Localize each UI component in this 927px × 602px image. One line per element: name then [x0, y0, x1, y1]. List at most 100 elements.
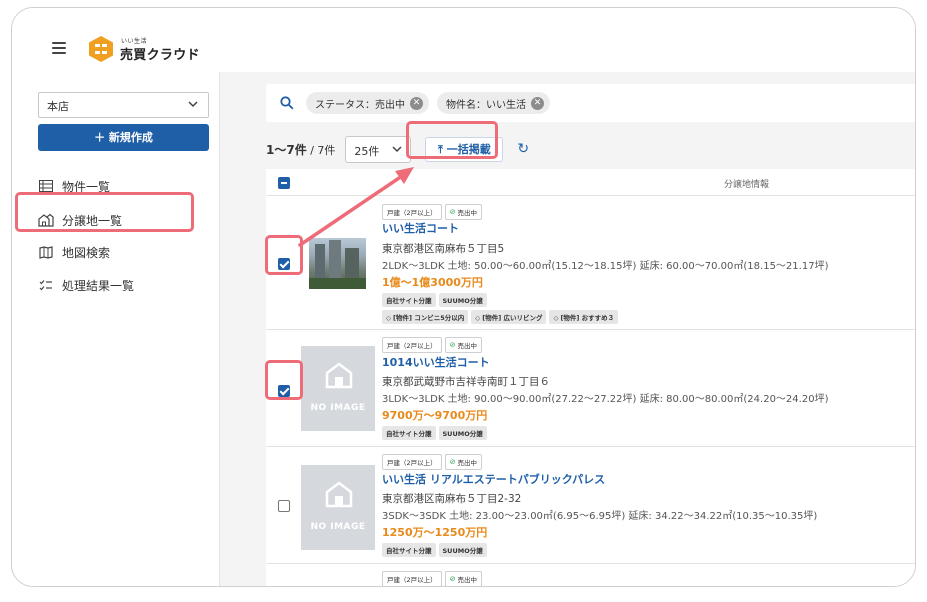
type-tag: 戸建（2戸以上）	[382, 571, 442, 586]
filter-chip-label: 物件名：いい生活	[446, 99, 526, 111]
store-select[interactable]: 本店	[38, 92, 209, 118]
status-badge-label: 売出中	[457, 342, 478, 350]
status-badge-label: 売出中	[457, 576, 478, 584]
check-circle-icon: ⊘	[449, 458, 456, 466]
property-photo	[309, 238, 366, 289]
app-header: いい生活 売買クラウド	[12, 8, 915, 72]
property-price: 1億〜1億3000万円	[382, 276, 483, 289]
status-badge: ⊘ 売出中	[444, 337, 483, 353]
publish-badge: SUUMO分譲	[438, 426, 487, 440]
per-page-value: 25件	[354, 144, 380, 158]
feature-tag: ◇ [物件] おすすめ３	[549, 310, 619, 324]
close-icon[interactable]: ✕	[531, 96, 544, 110]
row-tags: 戸建（2戸以上） ⊘ 売出中	[382, 454, 485, 470]
status-badge: ⊘ 売出中	[444, 204, 483, 220]
house-icon	[325, 362, 353, 389]
check-circle-icon: ⊘	[449, 208, 456, 216]
lot-list: 分譲地情報 戸建（2戸以上） ⊘ 売出中 いい生活コート 東京都港区南麻布５丁目5…	[266, 169, 915, 586]
check-circle-icon: ⊘	[449, 575, 456, 583]
feature-tag-label: [物件] おすすめ３	[560, 314, 615, 322]
status-badge: ⊘ 売出中	[444, 571, 483, 586]
property-address: 東京都武蔵野市吉祥寺南町１丁目６	[382, 376, 550, 388]
annotation-highlight-checkbox-2	[265, 360, 303, 400]
publish-badge: 自社サイト分譲	[382, 543, 436, 557]
tag-icon: ◇	[475, 314, 481, 322]
main-content: ステータス：売出中 ✕ 物件名：いい生活 ✕ 1〜7件 / 7件 25件 ⤒ 一…	[220, 72, 915, 586]
no-image-label: NO IMAGE	[310, 403, 366, 413]
sidebar: 本店 ＋ 新規作成 物件一覧 分譲地一覧 地図検索 処理結果一覧	[28, 72, 220, 586]
logo-title: 売買クラウド	[120, 48, 200, 63]
map-icon	[38, 244, 54, 260]
publish-badge: 自社サイト分譲	[382, 426, 436, 440]
filter-chip-name[interactable]: 物件名：いい生活 ✕	[437, 92, 550, 114]
house-icon	[325, 481, 353, 508]
table-row[interactable]: NO IMAGE 戸建（2戸以上） ⊘ 売出中 いい生活 リアルエステートパブリッ…	[266, 447, 915, 564]
sidebar-item-process-results[interactable]: 処理結果一覧	[38, 271, 208, 299]
logo-icon	[89, 36, 113, 62]
row-tags: 戸建（2戸以上） ⊘ 売出中	[382, 571, 485, 586]
feature-tags: ◇ [物件] コンビニ5分以内 ◇ [物件] 広いリビング ◇ [物件] おすすめ３	[382, 310, 621, 324]
store-select-value: 本店	[47, 100, 69, 113]
type-tag: 戸建（2戸以上）	[382, 337, 442, 353]
chevron-down-icon	[392, 145, 402, 152]
result-count: 1〜7件 / 7件	[266, 141, 335, 158]
annotation-highlight-bulk-button	[406, 121, 498, 159]
feature-tag: ◇ [物件] コンビニ5分以内	[382, 310, 469, 324]
search-icon[interactable]	[280, 96, 294, 110]
check-circle-icon: ⊘	[449, 341, 456, 349]
new-create-button[interactable]: ＋ 新規作成	[38, 124, 209, 151]
search-bar[interactable]: ステータス：売出中 ✕ 物件名：いい生活 ✕	[266, 84, 915, 122]
publish-badges: 自社サイト分譲 SUUMO分譲	[382, 426, 490, 440]
feature-tag: ◇ [物件] 広いリビング	[471, 310, 547, 324]
filter-chip-label: ステータス：売出中	[315, 99, 405, 111]
table-row[interactable]: 戸建（2戸以上） ⊘ 売出中	[266, 564, 915, 586]
per-page-select[interactable]: 25件	[345, 135, 412, 163]
property-address: 東京都港区南麻布５丁目5	[382, 243, 505, 255]
sidebar-item-map-search[interactable]: 地図検索	[38, 238, 208, 266]
property-price: 1250万〜1250万円	[382, 526, 488, 539]
refresh-icon[interactable]: ↻	[517, 141, 529, 157]
column-header: 分譲地情報	[724, 180, 770, 190]
row-checkbox[interactable]	[278, 500, 290, 512]
publish-badges: 自社サイト分譲 SUUMO分譲	[382, 293, 490, 307]
filter-chip-status[interactable]: ステータス：売出中 ✕	[306, 92, 429, 114]
no-image-placeholder: NO IMAGE	[301, 465, 375, 550]
status-badge-label: 売出中	[457, 209, 478, 217]
annotation-highlight-sidebar	[15, 192, 194, 232]
property-name-link[interactable]: 1014いい生活コート	[382, 354, 490, 370]
table-row[interactable]: 戸建（2戸以上） ⊘ 売出中 いい生活コート 東京都港区南麻布５丁目5 2LDK〜…	[266, 196, 915, 330]
tag-icon: ◇	[553, 314, 559, 322]
property-spec: 3LDK〜3LDK 土地: 90.00〜90.00㎡(27.22〜27.22坪)…	[382, 394, 829, 405]
status-badge: ⊘ 売出中	[444, 454, 483, 470]
checklist-icon	[38, 277, 54, 293]
publish-badge: SUUMO分譲	[438, 543, 487, 557]
close-icon[interactable]: ✕	[410, 96, 423, 110]
result-range: 1〜7件	[266, 142, 307, 157]
result-total: / 7件	[306, 143, 336, 157]
hamburger-menu-icon[interactable]	[52, 42, 66, 54]
sidebar-item-label: 処理結果一覧	[62, 278, 135, 293]
no-image-label: NO IMAGE	[310, 522, 366, 532]
publish-badge: SUUMO分譲	[438, 293, 487, 307]
no-image-placeholder: NO IMAGE	[301, 346, 375, 431]
property-spec: 2LDK〜3LDK 土地: 50.00〜60.00㎡(15.12〜18.15坪)…	[382, 261, 829, 272]
property-name-link[interactable]: いい生活コート	[382, 220, 459, 236]
property-address: 東京都港区南麻布５丁目2-32	[382, 493, 522, 505]
chevron-down-icon	[188, 101, 198, 108]
publish-badge: 自社サイト分譲	[382, 293, 436, 307]
table-row[interactable]: NO IMAGE 戸建（2戸以上） ⊘ 売出中 1014いい生活コート 東京都武蔵…	[266, 330, 915, 447]
property-price: 9700万〜9700万円	[382, 409, 488, 422]
list-header: 分譲地情報	[266, 169, 915, 196]
row-tags: 戸建（2戸以上） ⊘ 売出中	[382, 337, 485, 353]
publish-badges: 自社サイト分譲 SUUMO分譲	[382, 543, 490, 557]
row-tags: 戸建（2戸以上） ⊘ 売出中	[382, 204, 485, 220]
property-spec: 3SDK〜3SDK 土地: 23.00〜23.00㎡(6.95〜6.95坪) 延…	[382, 511, 818, 522]
sidebar-item-label: 地図検索	[62, 245, 111, 260]
feature-tag-label: [物件] 広いリビング	[482, 314, 543, 322]
feature-tag-label: [物件] コンビニ5分以内	[393, 314, 465, 322]
type-tag: 戸建（2戸以上）	[382, 454, 442, 470]
property-name-link[interactable]: いい生活 リアルエステートパブリックパレス	[382, 471, 605, 487]
select-all-checkbox[interactable]	[278, 177, 290, 189]
status-badge-label: 売出中	[457, 459, 478, 467]
annotation-highlight-checkbox-1	[265, 235, 303, 275]
